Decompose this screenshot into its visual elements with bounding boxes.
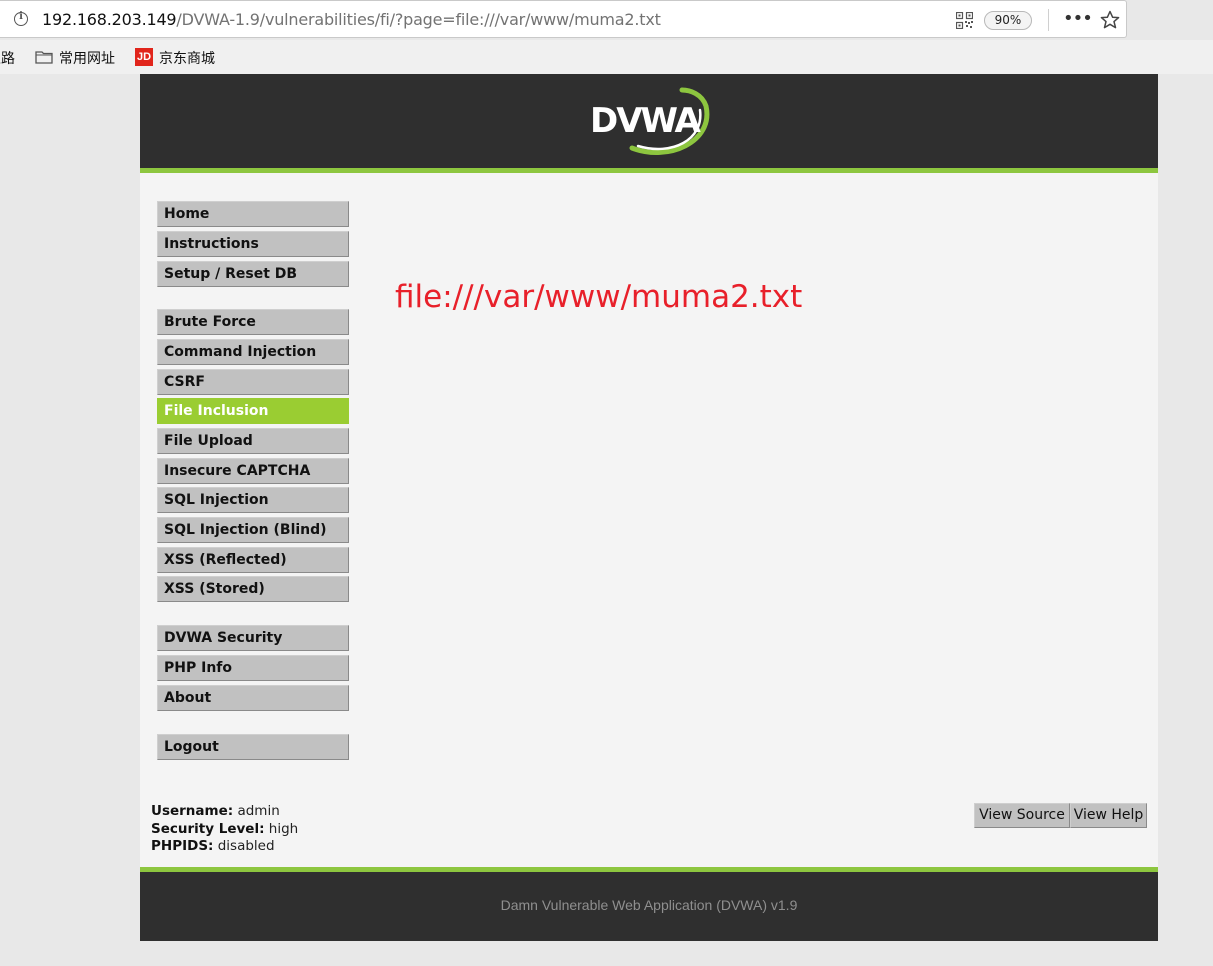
- bookmark-common-sites[interactable]: 常用网址: [59, 48, 115, 68]
- menu-item-sql-injection-blind[interactable]: SQL Injection (Blind): [157, 517, 349, 543]
- menu-item-insecure-captcha[interactable]: Insecure CAPTCHA: [157, 458, 349, 484]
- menu-item-home[interactable]: Home: [157, 201, 349, 227]
- menu-item-csrf[interactable]: CSRF: [157, 369, 349, 395]
- menu-item-instructions[interactable]: Instructions: [157, 231, 349, 257]
- included-file-content: file:///var/www/muma2.txt: [395, 279, 803, 315]
- menu-item-setup-reset-db[interactable]: Setup / Reset DB: [157, 261, 349, 287]
- status-phpids: PHPIDS: disabled: [151, 838, 275, 854]
- more-options-icon[interactable]: •••: [1063, 8, 1093, 29]
- menu-item-xss-stored[interactable]: XSS (Stored): [157, 576, 349, 602]
- username-label: Username:: [151, 803, 234, 819]
- menu-item-file-upload[interactable]: File Upload: [157, 428, 349, 454]
- url-path: /DVWA-1.9/vulnerabilities/fi/?page=file:…: [176, 10, 661, 29]
- bookmark-star-icon[interactable]: [1100, 10, 1120, 30]
- status-username: Username: admin: [151, 803, 280, 819]
- menu-item-command-injection[interactable]: Command Injection: [157, 339, 349, 365]
- jd-logo-icon: JD: [135, 48, 153, 66]
- page-footer: Damn Vulnerable Web Application (DVWA) v…: [140, 867, 1158, 941]
- menu-item-about[interactable]: About: [157, 685, 349, 711]
- url-bar[interactable]: 192.168.203.149/DVWA-1.9/vulnerabilities…: [0, 0, 1127, 38]
- page-header: DVWA: [140, 74, 1158, 173]
- url-text[interactable]: 192.168.203.149/DVWA-1.9/vulnerabilities…: [42, 10, 661, 29]
- qr-code-icon[interactable]: [956, 12, 973, 29]
- menu-item-logout[interactable]: Logout: [157, 734, 349, 760]
- logo-text: DVWA: [590, 101, 702, 141]
- dvwa-logo: DVWA: [590, 87, 710, 155]
- bookmark-item[interactable]: 上路: [0, 48, 15, 68]
- view-help-button[interactable]: View Help: [1070, 803, 1147, 828]
- info-icon[interactable]: [14, 11, 28, 26]
- menu-item-file-inclusion[interactable]: File Inclusion: [157, 398, 349, 424]
- username-value: admin: [237, 803, 280, 819]
- url-host: 192.168.203.149: [42, 10, 177, 29]
- view-source-button[interactable]: View Source: [974, 803, 1070, 828]
- dvwa-page: DVWA Home Instructions Setup / Reset DB Bru…: [140, 74, 1158, 941]
- menu-item-xss-reflected[interactable]: XSS (Reflected): [157, 547, 349, 573]
- menu-item-php-info[interactable]: PHP Info: [157, 655, 349, 681]
- status-security-level: Security Level: high: [151, 821, 298, 837]
- menu-item-brute-force[interactable]: Brute Force: [157, 309, 349, 335]
- security-level-label: Security Level:: [151, 821, 265, 837]
- bookmark-jd-mall[interactable]: 京东商城: [159, 48, 215, 68]
- menu-item-dvwa-security[interactable]: DVWA Security: [157, 625, 349, 651]
- phpids-value: disabled: [217, 838, 275, 854]
- menu-item-sql-injection[interactable]: SQL Injection: [157, 487, 349, 513]
- folder-icon: [35, 51, 53, 64]
- security-level-value: high: [268, 821, 299, 837]
- phpids-label: PHPIDS:: [151, 838, 214, 854]
- toolbar-divider: [1048, 9, 1049, 31]
- zoom-level-badge[interactable]: 90%: [984, 11, 1032, 30]
- footer-text: Damn Vulnerable Web Application (DVWA) v…: [500, 897, 798, 913]
